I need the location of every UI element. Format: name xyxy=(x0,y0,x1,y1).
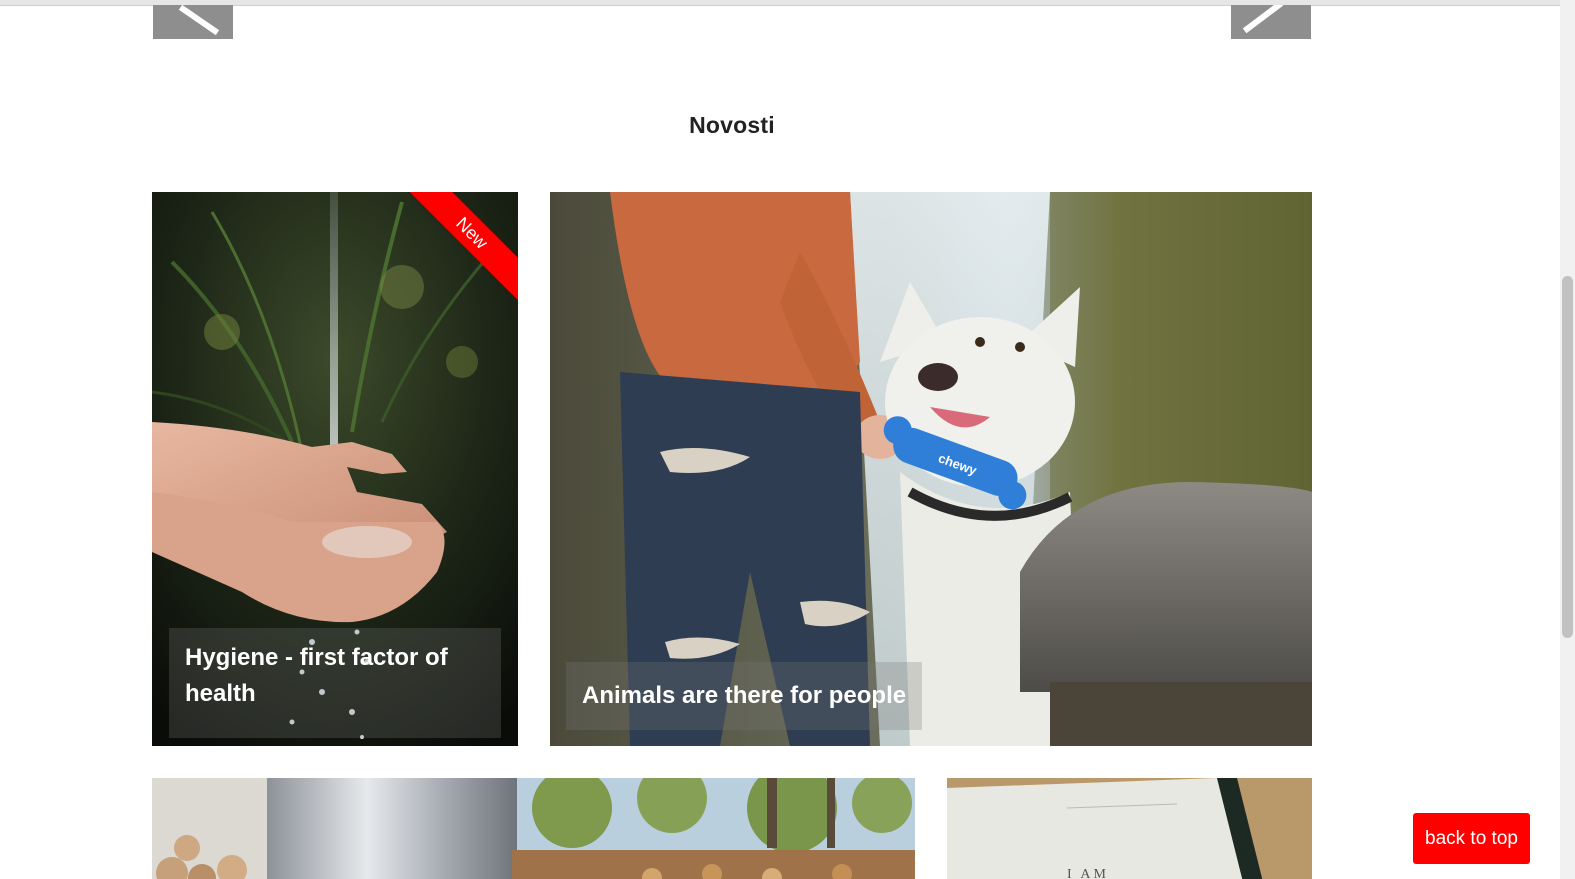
chevron-left-icon xyxy=(178,5,220,36)
page: Novosti New Hygiene - first factor of he… xyxy=(0,0,1575,879)
top-divider xyxy=(0,0,1560,6)
news-card-hygiene[interactable]: New Hygiene - first factor of health xyxy=(152,192,518,746)
open-book-image: I AM xyxy=(947,778,1312,879)
firewood-silo-image xyxy=(152,778,915,879)
card-title-line: Hygiene - first factor of xyxy=(185,644,448,671)
news-card-firewood[interactable] xyxy=(152,778,915,879)
card-title-line: health xyxy=(185,680,256,707)
chevron-right-icon xyxy=(1242,5,1284,34)
page-scrollbar-thumb[interactable] xyxy=(1562,276,1573,638)
slider-prev-button[interactable] xyxy=(153,5,233,39)
back-to-top-button[interactable]: back to top xyxy=(1413,813,1530,864)
book-text: I AM xyxy=(1067,867,1109,879)
card-title-line: Animals are there for people xyxy=(582,682,907,709)
news-card-book[interactable]: I AM xyxy=(947,778,1312,879)
card-title: Animals are there for people xyxy=(566,662,923,730)
card-title: Hygiene - first factor of health xyxy=(169,628,501,738)
section-title: Novosti xyxy=(689,112,775,138)
news-card-animals[interactable]: chewy Animals are there for people xyxy=(550,192,1312,746)
slider-next-button[interactable] xyxy=(1231,5,1311,39)
